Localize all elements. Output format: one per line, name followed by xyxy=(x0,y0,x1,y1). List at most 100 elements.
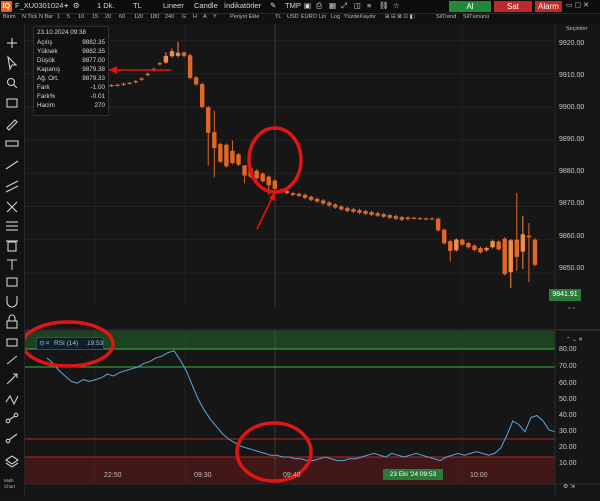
lock-icon[interactable] xyxy=(6,314,18,329)
candle-body xyxy=(399,217,405,220)
channel-icon[interactable] xyxy=(5,180,19,193)
scale-selector[interactable]: Lineer xyxy=(163,1,184,10)
sub-item-5[interactable]: 5 xyxy=(67,14,70,20)
unlock-icon[interactable] xyxy=(6,338,18,347)
path-icon[interactable] xyxy=(5,433,18,444)
rsi-settings-icon[interactable]: ⚙✕ xyxy=(39,339,50,347)
window-controls[interactable]: ▭ ▢ ✕ xyxy=(566,1,589,9)
measure-icon[interactable] xyxy=(6,355,18,365)
sub-item-usd[interactable]: USD xyxy=(287,14,299,20)
rsi-pane-controls[interactable]: ⌃ ⌄ ✕ xyxy=(566,337,583,343)
expand-icon[interactable]: ⤢ xyxy=(341,1,347,11)
sub-item-1[interactable]: 1 xyxy=(57,14,60,20)
chart-canvas[interactable] xyxy=(25,24,600,496)
shape-icon[interactable] xyxy=(6,277,18,287)
candle-body xyxy=(502,238,507,275)
buy-button[interactable]: Al xyxy=(449,1,491,12)
sub-item-ntick[interactable]: N Tick xyxy=(22,14,37,20)
sub-item-180[interactable]: 180 xyxy=(150,14,159,20)
text-icon[interactable] xyxy=(7,259,17,270)
arrow-tool-icon[interactable] xyxy=(6,373,18,385)
pane-collapse-icon[interactable]: ▫ ▫ xyxy=(568,305,575,312)
drawing-toolbar: Multi Chart xyxy=(0,24,25,496)
sub-item-y[interactable]: Y xyxy=(213,14,217,20)
candle-body xyxy=(442,229,447,244)
symbol-selector[interactable]: F_XU0301024 xyxy=(15,1,63,10)
sub-item-10[interactable]: 10 xyxy=(78,14,84,20)
candle-body xyxy=(357,210,362,213)
layout-icon[interactable]: ◫ xyxy=(354,1,361,10)
sub-item-add-period[interactable]: Periyot Ekle xyxy=(230,14,259,20)
sub-item-shift[interactable]: Kaydır xyxy=(360,14,376,20)
trendline-icon[interactable] xyxy=(5,160,19,170)
sub-item-log[interactable]: Log xyxy=(331,14,340,20)
menu-icon[interactable]: ≡ xyxy=(367,1,371,10)
rsi-tick-10: 10.00 xyxy=(559,460,577,467)
settings-icon[interactable]: ⚙ xyxy=(73,1,80,10)
add-symbol-icon[interactable]: + xyxy=(64,1,68,10)
candle-body xyxy=(466,242,471,248)
period-toolbar: Birim N Tick N Bar 1 5 10 15 20 60 120 1… xyxy=(0,14,600,24)
rsi-tick-80: 80.00 xyxy=(559,346,577,353)
sub-item-lin[interactable]: Lin xyxy=(319,14,326,20)
magnet-icon[interactable] xyxy=(6,296,18,308)
candle-body xyxy=(127,82,132,84)
interval-selector[interactable]: 1 Dk. xyxy=(97,1,115,10)
rsi-overbought-zone xyxy=(25,331,555,349)
candle-body xyxy=(472,245,477,250)
star-icon[interactable]: ☆ xyxy=(393,1,400,10)
drawing-icon[interactable]: ✎ xyxy=(270,1,276,10)
sub-item-20[interactable]: 20 xyxy=(105,14,111,20)
sub-item-nbar[interactable]: N Bar xyxy=(39,14,53,20)
candle-body xyxy=(496,241,501,250)
pencil-icon[interactable] xyxy=(6,119,18,131)
sub-item-birim[interactable]: Birim xyxy=(3,14,16,20)
sub-item-h[interactable]: H xyxy=(193,14,197,20)
node-icon[interactable] xyxy=(5,412,19,424)
sub-item-remove-trend[interactable]: SilTrend xyxy=(436,14,456,20)
layers-icon[interactable] xyxy=(5,455,19,468)
sub-item-a[interactable]: A xyxy=(203,14,207,20)
ruler-icon[interactable] xyxy=(5,140,19,147)
fibonacci-icon[interactable] xyxy=(6,221,18,231)
sub-item-g[interactable]: G xyxy=(182,14,186,20)
cursor-icon[interactable] xyxy=(7,55,18,71)
price-tick-9870: 9870.00 xyxy=(559,200,585,207)
candle-body xyxy=(139,78,144,80)
sub-icons[interactable]: ⊞ ⊟ ⊠ ⊡ ◧ xyxy=(385,14,415,20)
zoom-icon[interactable] xyxy=(6,77,18,89)
wave-icon[interactable] xyxy=(5,394,19,406)
candle-body xyxy=(405,217,411,220)
time-tick-0930: 09:30 xyxy=(194,472,212,479)
multi-chart-label[interactable]: Multi xyxy=(4,478,14,483)
alarm-button[interactable]: Alarm xyxy=(535,1,562,12)
link-icon[interactable]: ⛓ xyxy=(379,1,389,10)
axis-settings-icon[interactable]: ⚙ ⇲ xyxy=(563,483,575,490)
candle-body xyxy=(308,196,314,200)
sub-item-remove-all[interactable]: SilTümünü xyxy=(463,14,489,20)
sub-item-60[interactable]: 60 xyxy=(119,14,125,20)
crosshair-icon[interactable] xyxy=(7,38,17,48)
chart-type-selector[interactable]: Candle xyxy=(194,1,218,10)
trash-icon[interactable] xyxy=(6,240,18,252)
rect-zoom-icon[interactable] xyxy=(6,98,18,108)
cross-icon[interactable] xyxy=(6,201,18,213)
info-row-open: Açılış 9882.35 xyxy=(37,39,105,46)
rsi-indicator-label[interactable]: ⚙✕ RSI (14) 19:53 xyxy=(36,337,104,350)
sell-button[interactable]: Sat xyxy=(494,1,532,12)
grid-icon[interactable]: ▦ xyxy=(329,1,336,10)
indicators-menu[interactable]: İndikatörler xyxy=(224,1,261,10)
currency-selector[interactable]: TL xyxy=(133,1,142,10)
save-icon[interactable]: ▣ xyxy=(304,1,311,10)
print-icon[interactable]: ⎙ xyxy=(316,1,322,11)
last-price-tag: 9841.91 xyxy=(549,289,581,301)
sub-item-tl[interactable]: TL xyxy=(275,14,281,20)
sub-item-percent[interactable]: Yüzde xyxy=(344,14,360,20)
tmp-button[interactable]: TMP xyxy=(285,1,301,10)
multi-chart-label-2[interactable]: Chart xyxy=(4,484,16,489)
sub-item-240[interactable]: 240 xyxy=(165,14,174,20)
sub-item-15[interactable]: 15 xyxy=(92,14,98,20)
price-tick-9860: 9860.00 xyxy=(559,233,585,240)
sub-item-120[interactable]: 120 xyxy=(134,14,143,20)
sub-item-euro[interactable]: EURO xyxy=(301,14,317,20)
